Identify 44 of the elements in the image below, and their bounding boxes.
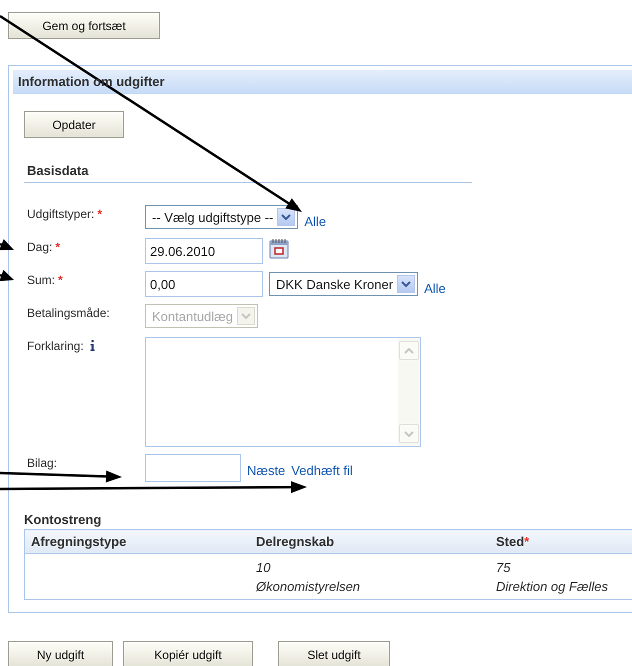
chevron-down-icon [397,275,416,293]
required-mark: * [55,240,60,254]
table-cell-text: Økonomistyrelsen [256,578,362,596]
info-icon[interactable] [90,340,95,351]
attachment-field[interactable] [145,454,241,482]
calendar-icon[interactable] [269,238,289,258]
chevron-down-icon [277,208,296,226]
scroll-down-icon[interactable] [399,424,419,443]
table-cell-text: Direktion og Fælles [496,578,609,596]
text-area[interactable] [145,337,421,447]
required-mark: * [58,273,63,287]
scroll-up-icon[interactable] [399,341,419,360]
field-label: Dag: [27,240,52,254]
column-label: Sted [496,534,524,549]
field-label: Betalingsmåde: [27,306,110,320]
amount-field[interactable]: 0,00 [145,271,263,297]
update-button[interactable]: Opdater [24,111,124,138]
annotation-arrow [0,239,14,250]
date-field[interactable]: 29.06.2010 [145,238,263,264]
table-cell-text: 10 [256,559,272,577]
link[interactable]: Næste [247,458,286,478]
section-title: Kontostreng [24,512,102,527]
field-label: Udgiftstyper: [27,207,94,221]
table-cell-text: 75 [496,559,512,577]
field-label: Sum: [27,273,56,287]
action-button[interactable]: Slet udgift [278,641,390,666]
chevron-down-icon [236,307,255,325]
section-title: Basisdata [24,163,472,183]
link[interactable]: Alle [304,206,326,228]
annotation-arrow [0,270,14,282]
field-label: Bilag: [27,456,58,470]
scrollbar[interactable] [398,338,420,446]
column-label: Delregnskab [256,534,334,549]
required-mark: * [524,534,530,549]
action-button[interactable]: Kopiér udgift [123,641,253,666]
required-mark: * [97,207,102,221]
column-label: Afregningstype [31,534,126,549]
dropdown[interactable]: -- Vælg udgiftstype -- [145,205,298,229]
currency-dropdown[interactable]: DKK Danske Kroner [269,272,418,296]
link[interactable]: Alle [424,272,446,296]
action-button[interactable]: Ny udgift [8,641,113,666]
link[interactable]: Vedhæft fil [291,458,353,478]
field-label: Forklaring: [27,339,84,353]
save-continue-button[interactable]: Gem og fortsæt [8,12,160,39]
